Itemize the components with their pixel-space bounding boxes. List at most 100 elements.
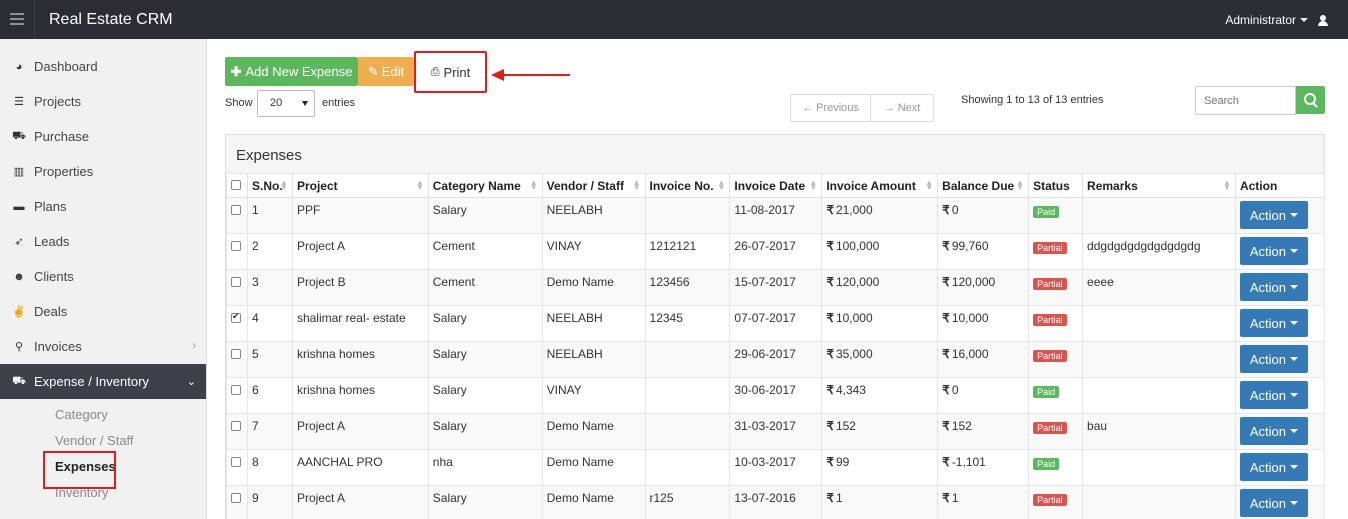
action-dropdown-button[interactable]: Action xyxy=(1239,237,1308,265)
balance-value: 1 xyxy=(951,491,959,505)
sidebar-item-projects[interactable]: ☰ Projects xyxy=(0,84,206,119)
add-new-expense-label: Add New Expense xyxy=(245,64,353,79)
sidebar-item-dashboard[interactable]: ◕ Dashboard xyxy=(0,49,206,84)
subnav-category[interactable]: Category xyxy=(0,402,206,428)
table-row[interactable]: 2 Project A Cement VINAY 1212121 26-07-2017 ₹1… xyxy=(226,233,1326,270)
sidebar-item-plans[interactable]: ▬ Plans xyxy=(0,189,206,224)
col-header-balance-due[interactable]: Balance Due ▲ ▼ xyxy=(937,173,1030,198)
add-new-expense-button[interactable]: ✚ Add New Expense xyxy=(225,57,358,86)
action-dropdown-button[interactable]: Action xyxy=(1239,453,1308,481)
entries-per-page-select[interactable]: 20 xyxy=(257,90,315,117)
cell-balance-due: ₹152 xyxy=(937,413,1030,450)
cell-invoice-date: 26-07-2017 xyxy=(729,233,823,270)
caret-down-icon xyxy=(1290,429,1299,433)
table-row[interactable]: 1 PPF Salary NEELABH 11-08-2017 ₹21,000 ₹0 Paid… xyxy=(226,197,1326,234)
action-label: Action xyxy=(1249,495,1287,511)
action-dropdown-button[interactable]: Action xyxy=(1239,201,1308,229)
entries-label: entries xyxy=(322,97,356,109)
amount-value: 99 xyxy=(835,455,850,469)
user-menu[interactable]: Administrator xyxy=(1225,13,1328,27)
cell-vendor: NEELABH xyxy=(541,341,646,378)
caret-down-icon xyxy=(1290,213,1299,217)
col-label: S.No. xyxy=(251,178,283,193)
table-row[interactable]: 6 krishna homes Salary VINAY 30-06-2017 ₹4,34… xyxy=(226,377,1326,414)
action-dropdown-button[interactable]: Action xyxy=(1239,345,1308,373)
action-dropdown-button[interactable]: Action xyxy=(1239,309,1308,337)
cell-invoice-amount: ₹10,000 xyxy=(821,305,939,342)
search-button[interactable] xyxy=(1296,86,1325,114)
action-dropdown-button[interactable]: Action xyxy=(1239,381,1308,409)
action-dropdown-button[interactable]: Action xyxy=(1239,417,1308,445)
cell-invoice-no xyxy=(644,341,731,378)
action-dropdown-button[interactable]: Action xyxy=(1239,273,1308,301)
sidebar-item-clients[interactable]: ☻ Clients xyxy=(0,259,206,294)
col-header-vendor[interactable]: Vendor / Staff ▲ ▼ xyxy=(541,173,646,198)
top-navbar: Real Estate CRM Administrator xyxy=(0,0,1348,39)
col-header-invoice-date[interactable]: Invoice Date ▲ ▼ xyxy=(729,173,823,198)
col-header-status[interactable]: Status xyxy=(1028,173,1084,198)
row-checkbox[interactable] xyxy=(231,385,241,395)
showing-entries-text: Showing 1 to 13 of 13 entries xyxy=(961,94,1104,106)
sidebar-item-properties[interactable]: ▥ Properties xyxy=(0,154,206,189)
table-row[interactable]: 4shalimar real- estateSalaryNEELABH12345… xyxy=(226,305,1326,342)
row-checkbox[interactable] xyxy=(231,205,241,215)
cell-project: Project A xyxy=(291,233,429,270)
table-row[interactable]: 8 AANCHAL PRO nha Demo Name 10-03-2017 ₹99 ₹ -1… xyxy=(226,449,1326,486)
col-header-invoice-no[interactable]: Invoice No. ▲ ▼ xyxy=(644,173,731,198)
row-checkbox[interactable] xyxy=(231,311,241,323)
rupee-icon: ₹ xyxy=(826,383,834,397)
action-label: Action xyxy=(1249,315,1287,331)
col-header-category[interactable]: Category Name ▲ ▼ xyxy=(427,173,543,198)
sidebar-item-expense-inventory[interactable]: ⛟ Expense / Inventory ⌄ xyxy=(0,364,206,399)
col-header-sno[interactable]: S.No. ▲ ▼ xyxy=(246,173,293,198)
cell-status: Paid xyxy=(1028,377,1084,414)
row-checkbox[interactable] xyxy=(231,457,241,467)
annotation-arrow xyxy=(503,74,570,76)
print-button[interactable]: ⎙ Print xyxy=(414,51,487,93)
previous-page-button[interactable]: ← Previous xyxy=(790,94,871,122)
sidebar-item-purchase[interactable]: ⛟ Purchase xyxy=(0,119,206,154)
row-checkbox[interactable] xyxy=(231,241,241,251)
sidebar-item-deals[interactable]: ✌ Deals xyxy=(0,294,206,329)
search-input[interactable] xyxy=(1195,86,1296,115)
cell-status: Partial xyxy=(1028,413,1084,450)
table-row[interactable]: 3 Project B Cement Demo Name 123456 15-07-201… xyxy=(226,269,1326,306)
cell-invoice-amount: ₹99 xyxy=(821,449,939,486)
action-dropdown-button[interactable]: Action xyxy=(1239,489,1308,517)
rupee-icon: ₹ xyxy=(826,491,834,505)
print-icon: ⎙ xyxy=(430,65,440,78)
row-checkbox[interactable] xyxy=(231,493,241,503)
sidebar-item-label: Expense / Inventory xyxy=(34,374,149,389)
table-row[interactable]: 5 krishna homes Salary NEELABH 29-06-2017 ₹35… xyxy=(226,341,1326,378)
cell-sno: 6 xyxy=(246,377,293,414)
cell-action: Action xyxy=(1234,485,1326,519)
caret-down-icon xyxy=(1290,501,1299,505)
sidebar-item-invoices[interactable]: ⚲ Invoices › xyxy=(0,329,206,364)
sort-icon: ▲ ▼ xyxy=(529,178,538,192)
row-select-cell xyxy=(226,413,248,450)
status-badge: Paid xyxy=(1033,458,1060,470)
col-header-remarks[interactable]: Remarks ▲ ▼ xyxy=(1082,173,1236,198)
action-label: Action xyxy=(1249,351,1287,367)
balance-value: 0 xyxy=(951,383,959,397)
select-all-checkbox[interactable] xyxy=(231,180,241,190)
next-page-button[interactable]: → Next xyxy=(870,94,934,122)
sidebar-item-leads[interactable]: ➶ Leads xyxy=(0,224,206,259)
table-row[interactable]: 9 Project A Salary Demo Name r125 13-07-2016 ₹… xyxy=(226,485,1326,519)
col-header-project[interactable]: Project ▲ ▼ xyxy=(291,173,429,198)
edit-button[interactable]: ✎ Edit xyxy=(358,57,414,86)
row-checkbox[interactable] xyxy=(231,349,241,359)
table-row[interactable]: 7 Project A Salary Demo Name 31-03-2017 ₹152 ₹… xyxy=(226,413,1326,450)
sort-icon: ▲ ▼ xyxy=(632,178,641,192)
menu-toggle-icon[interactable] xyxy=(10,13,24,25)
amount-value: 120,000 xyxy=(835,275,880,289)
show-label: Show xyxy=(225,97,253,109)
cell-category: Salary xyxy=(427,305,543,342)
row-checkbox[interactable] xyxy=(231,277,241,287)
col-header-invoice-amount[interactable]: Invoice Amount ▲ ▼ xyxy=(821,173,939,198)
cell-sno: 3 xyxy=(246,269,293,306)
cell-status: Partial xyxy=(1028,485,1084,519)
row-checkbox[interactable] xyxy=(231,421,241,431)
cell-invoice-amount: ₹152 xyxy=(821,413,939,450)
app-title[interactable]: Real Estate CRM xyxy=(49,11,173,29)
